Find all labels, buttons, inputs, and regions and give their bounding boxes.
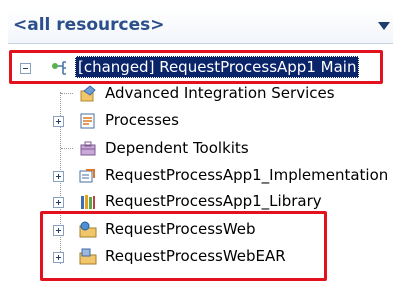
expand-icon[interactable] <box>53 116 64 127</box>
tree-item-advanced-integration-services[interactable]: Advanced Integration Services <box>0 81 399 107</box>
tree-item-library[interactable]: RequestProcessApp1_Library <box>0 189 399 215</box>
expand-icon[interactable] <box>53 197 64 208</box>
tree-item-request-process-web-ear[interactable]: RequestProcessWebEAR <box>0 244 399 270</box>
tree-item-label: Dependent Toolkits <box>105 139 249 157</box>
tree-item-label: RequestProcessApp1_Library <box>105 192 322 210</box>
resource-tree: [changed] RequestProcessApp1 Main Advanc… <box>0 0 399 297</box>
tree-root-row[interactable]: [changed] RequestProcessApp1 Main <box>0 55 399 81</box>
integration-services-icon <box>80 85 96 102</box>
ear-project-icon <box>79 248 97 265</box>
process-app-icon <box>52 61 66 75</box>
tree-item-label: RequestProcessWeb <box>105 220 256 238</box>
tree-root-label[interactable]: [changed] RequestProcessApp1 Main <box>75 56 360 78</box>
tree-item-label: Advanced Integration Services <box>105 84 335 102</box>
tree-item-label: Processes <box>105 111 179 129</box>
tree-item-processes[interactable]: Processes <box>0 108 399 134</box>
tree-item-dependent-toolkits[interactable]: Dependent Toolkits <box>0 136 399 162</box>
expand-icon[interactable] <box>53 171 64 182</box>
tree-connector <box>61 93 73 94</box>
processes-icon <box>80 113 95 129</box>
tree-item-label: RequestProcessApp1_Implementation <box>105 166 389 184</box>
expand-icon[interactable] <box>53 252 64 263</box>
library-icon <box>81 195 95 209</box>
web-project-icon <box>79 221 97 238</box>
tree-connector <box>61 148 73 149</box>
collapse-icon[interactable] <box>20 63 31 74</box>
tree-item-label: RequestProcessWebEAR <box>105 247 286 265</box>
tree-item-implementation[interactable]: RequestProcessApp1_Implementation <box>0 163 399 189</box>
toolkits-icon <box>80 141 96 156</box>
implementation-module-icon <box>79 169 95 183</box>
tree-item-request-process-web[interactable]: RequestProcessWeb <box>0 217 399 243</box>
expand-icon[interactable] <box>53 225 64 236</box>
